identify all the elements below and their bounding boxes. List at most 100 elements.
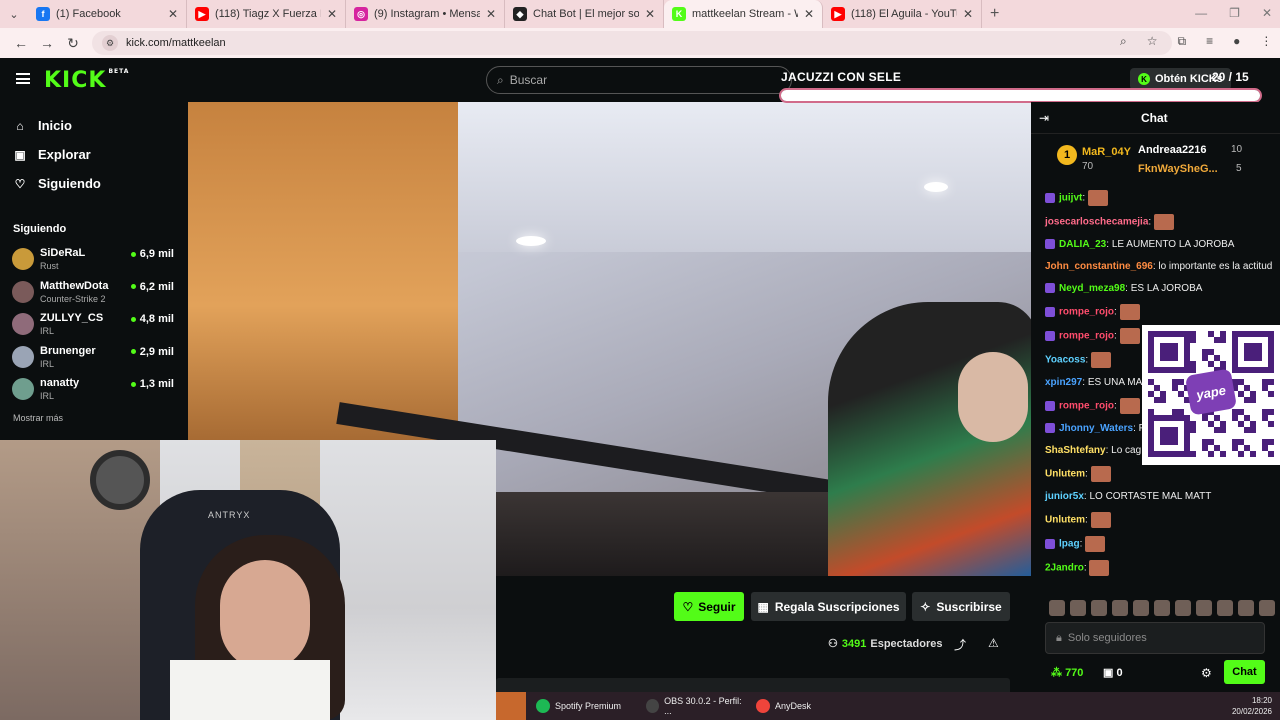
- emote-icon[interactable]: [1259, 600, 1275, 616]
- channel-points[interactable]: ⁂ 770: [1051, 666, 1083, 679]
- chat-username[interactable]: rompe_rojo: [1059, 401, 1114, 412]
- chat-username[interactable]: Yoacoss: [1045, 355, 1085, 366]
- show-more-link[interactable]: Mostrar más: [13, 413, 63, 423]
- taskbar-item[interactable]: OBS 30.0.2 - Perfil: ...: [646, 696, 746, 716]
- browser-tab[interactable]: ▶ (118) El Aguila - YouTube ✕: [823, 0, 982, 28]
- reload-icon[interactable]: ↻: [60, 35, 86, 52]
- emote-icon[interactable]: [1049, 600, 1065, 616]
- os-taskbar: Spotify Premium OBS 30.0.2 - Perfil: ... A…: [496, 692, 1280, 720]
- chat-input[interactable]: [1067, 632, 1248, 644]
- chat-username[interactable]: DALIA_23: [1059, 239, 1106, 250]
- chat-send-button[interactable]: Chat: [1224, 660, 1265, 684]
- tab-close-icon[interactable]: ✕: [327, 7, 337, 21]
- browser-menu-icon[interactable]: ⋮: [1260, 34, 1272, 49]
- leader-second-name[interactable]: Andreaa2216: [1138, 144, 1207, 156]
- chat-input-box: 🔒︎: [1045, 622, 1265, 654]
- report-icon[interactable]: ⚠: [988, 636, 999, 650]
- taskbar-app-icon[interactable]: [496, 692, 526, 720]
- chat-username[interactable]: xpin297: [1045, 377, 1082, 388]
- media-icon[interactable]: ≡: [1206, 34, 1213, 49]
- chat-username[interactable]: juijvt: [1059, 193, 1082, 204]
- chat-username[interactable]: Jhonny_Waters: [1059, 423, 1133, 434]
- gift-subs-button[interactable]: ▦ Regala Suscripciones: [751, 592, 906, 621]
- chat-username[interactable]: ShaShtefany: [1045, 445, 1106, 456]
- chat-username[interactable]: rompe_rojo: [1059, 307, 1114, 318]
- emote-icon[interactable]: [1133, 600, 1149, 616]
- emote-icon[interactable]: [1217, 600, 1233, 616]
- browser-tab[interactable]: ▶ (118) Tiagz X Fuerza Regida X S ✕: [187, 0, 346, 28]
- chat-username[interactable]: lpag: [1059, 539, 1080, 550]
- site-info-icon[interactable]: ⚙: [102, 35, 118, 51]
- chat-username[interactable]: Unlutem: [1045, 469, 1085, 480]
- live-dot-icon: [130, 381, 136, 387]
- menu-icon[interactable]: [16, 73, 30, 84]
- taskbar-label: OBS 30.0.2 - Perfil: ...: [664, 696, 742, 716]
- url-bar[interactable]: ⚙ kick.com/mattkeelan: [92, 31, 1172, 55]
- chat-settings-icon[interactable]: ⚙: [1201, 666, 1212, 680]
- follow-button[interactable]: ♡ Seguir: [674, 592, 744, 621]
- chat-username[interactable]: josecarloschecamejia: [1045, 217, 1148, 228]
- extensions-icon[interactable]: ⧉: [1178, 34, 1187, 49]
- new-tab-button[interactable]: +: [990, 5, 999, 23]
- restore-icon[interactable]: ❐: [1229, 6, 1240, 20]
- tab-close-icon[interactable]: ✕: [486, 7, 496, 21]
- taskbar-item[interactable]: AnyDesk: [756, 696, 856, 716]
- leader-third-name[interactable]: FknWaySheG...: [1138, 163, 1218, 175]
- bookmark-star-icon[interactable]: ☆: [1147, 34, 1158, 49]
- following-channel[interactable]: MatthewDota Counter-Strike 2 6,2 mil: [12, 277, 180, 305]
- emote-icon[interactable]: [1238, 600, 1254, 616]
- leader-first-name[interactable]: MaR_04Y: [1082, 146, 1131, 158]
- browser-tab[interactable]: f (1) Facebook ✕: [28, 0, 187, 28]
- chat-header: ⇥ Chat: [1031, 102, 1280, 134]
- gift-count[interactable]: ▣ 0: [1103, 666, 1123, 679]
- channel-name: ZULLYY_CS: [40, 312, 104, 324]
- browser-tab[interactable]: ◆ Chat Bot | El mejor software pa ✕: [505, 0, 664, 28]
- zoom-icon[interactable]: ⌕: [1120, 34, 1127, 49]
- following-channel[interactable]: Brunenger IRL 2,9 mil: [12, 342, 180, 370]
- chat-username[interactable]: 2Jandro: [1045, 563, 1084, 574]
- following-channel[interactable]: SiDeRaL Rust 6,9 mil: [12, 244, 180, 272]
- collapse-chat-icon[interactable]: ⇥: [1039, 111, 1049, 125]
- browser-tab[interactable]: ◎ (9) Instagram • Mensajes ✕: [346, 0, 505, 28]
- emote-icon[interactable]: [1091, 600, 1107, 616]
- emote-icon[interactable]: [1154, 600, 1170, 616]
- tab-close-icon[interactable]: ✕: [645, 7, 655, 21]
- chat-message: 2Jandro:: [1045, 560, 1275, 576]
- share-icon[interactable]: ⤴: [954, 636, 966, 653]
- sidebar-nav-item[interactable]: ▣ Explorar: [13, 147, 90, 162]
- forward-icon[interactable]: →: [34, 35, 60, 51]
- profile-icon[interactable]: ●: [1233, 34, 1240, 49]
- emote-icon[interactable]: [1070, 600, 1086, 616]
- tab-close-icon[interactable]: ✕: [168, 7, 178, 21]
- chat-username[interactable]: junior5x: [1045, 491, 1084, 502]
- emote-icon: [1089, 560, 1110, 576]
- following-channel[interactable]: ZULLYY_CS IRL 4,8 mil: [12, 309, 180, 337]
- browser-tab[interactable]: Kmattkeelan Stream - Watch ✕: [664, 0, 823, 28]
- minimize-icon[interactable]: —: [1195, 6, 1207, 20]
- tab-close-icon[interactable]: ✕: [963, 7, 973, 21]
- tab-label: (118) El Aguila - YouTube: [851, 8, 957, 20]
- sidebar-nav-item[interactable]: ♡ Siguiendo: [13, 176, 101, 191]
- sidebar-nav-item[interactable]: ⌂ Inicio: [13, 118, 72, 133]
- chat-username[interactable]: Neyd_meza98: [1059, 283, 1125, 294]
- emote-icon[interactable]: [1112, 600, 1128, 616]
- search-input[interactable]: [509, 73, 770, 87]
- back-icon[interactable]: ←: [8, 35, 34, 51]
- taskbar-item[interactable]: Spotify Premium: [536, 696, 636, 716]
- tab-search-icon[interactable]: ⌄: [0, 0, 28, 28]
- subscribe-button[interactable]: ✧ Suscribirse: [912, 592, 1010, 621]
- following-channel[interactable]: nanatty IRL 1,3 mil: [12, 374, 180, 402]
- emote-icon[interactable]: [1175, 600, 1191, 616]
- bot-icon: ◆: [513, 7, 527, 21]
- chat-message: Unlutem:: [1045, 512, 1275, 528]
- stream-info-bar: [496, 678, 1010, 692]
- taskbar-clock[interactable]: 18:20 20/02/2026: [1232, 695, 1272, 717]
- tab-close-icon[interactable]: ✕: [804, 7, 814, 21]
- close-window-icon[interactable]: ✕: [1262, 6, 1272, 20]
- chat-username[interactable]: John_constantine_696: [1045, 261, 1153, 272]
- chat-username[interactable]: Unlutem: [1045, 515, 1085, 526]
- logo-beta: BETA: [108, 68, 130, 75]
- kick-logo[interactable]: KICK BETA: [44, 68, 129, 93]
- chat-username[interactable]: rompe_rojo: [1059, 331, 1114, 342]
- emote-icon[interactable]: [1196, 600, 1212, 616]
